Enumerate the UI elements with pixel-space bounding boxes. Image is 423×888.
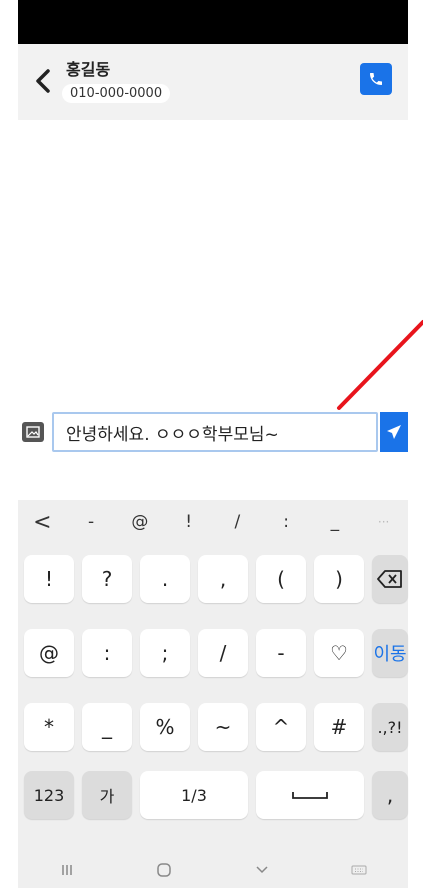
key[interactable]: . — [140, 555, 190, 603]
call-button[interactable] — [360, 63, 392, 95]
system-navigation-bar — [18, 852, 408, 888]
keyboard: < - @ ! / : _ ··· ! ? . , ( ) @ : ; / - … — [18, 500, 408, 888]
contact-phone-number: 010-000-0000 — [62, 84, 171, 103]
phone-icon — [370, 73, 382, 85]
key[interactable]: / — [198, 629, 248, 677]
numbers-key[interactable]: 123 — [24, 771, 74, 819]
backspace-key[interactable] — [372, 555, 408, 603]
key[interactable]: ) — [314, 555, 364, 603]
symbol-key[interactable]: / — [213, 512, 262, 532]
backspace-icon — [377, 570, 402, 588]
chevron-down-icon — [256, 866, 268, 874]
symbol-key[interactable]: _ — [311, 512, 360, 532]
key[interactable]: ? — [82, 555, 132, 603]
key[interactable]: * — [24, 703, 74, 751]
message-composer — [18, 410, 408, 454]
contact-name: 홍길동 — [66, 60, 111, 79]
chevron-left-icon — [36, 69, 50, 93]
key[interactable]: @ — [24, 629, 74, 677]
comma-key[interactable]: , — [372, 771, 408, 819]
home-icon — [157, 863, 171, 877]
symbol-key-back[interactable]: < — [18, 510, 67, 535]
status-bar — [18, 0, 408, 44]
keyboard-switch-button[interactable] — [311, 865, 409, 875]
symbol-key[interactable]: @ — [116, 512, 165, 532]
space-bar-icon — [292, 792, 328, 799]
attach-image-button[interactable] — [22, 422, 44, 442]
key[interactable]: , — [198, 555, 248, 603]
recent-apps-button[interactable] — [18, 863, 116, 877]
symbol-key[interactable]: - — [67, 512, 116, 532]
key[interactable]: # — [314, 703, 364, 751]
keyboard-icon — [351, 865, 367, 875]
key[interactable]: ^ — [256, 703, 306, 751]
symbol-suggestion-row: < - @ ! / : _ ··· — [18, 500, 408, 544]
hide-keyboard-button[interactable] — [213, 865, 311, 875]
symbol-key[interactable]: ! — [164, 512, 213, 532]
symbol-key-more[interactable]: ··· — [359, 515, 408, 529]
key[interactable]: ; — [140, 629, 190, 677]
punctuation-key[interactable]: .,?! — [372, 703, 408, 751]
enter-key[interactable]: 이동 — [372, 629, 408, 677]
key[interactable]: % — [140, 703, 190, 751]
key[interactable]: : — [82, 629, 132, 677]
key[interactable]: ~ — [198, 703, 248, 751]
image-icon — [26, 426, 40, 438]
heart-key[interactable]: ♡ — [314, 629, 364, 677]
korean-mode-key[interactable]: 가 — [82, 771, 132, 819]
chat-header: 홍길동 010-000-0000 — [18, 44, 408, 120]
recent-apps-icon — [62, 865, 72, 875]
back-button[interactable] — [28, 64, 58, 98]
key[interactable]: ( — [256, 555, 306, 603]
symbol-key[interactable]: : — [262, 512, 311, 532]
send-button[interactable] — [380, 412, 408, 452]
symbol-page-key[interactable]: 1/3 — [140, 771, 248, 819]
message-input[interactable] — [52, 412, 378, 452]
key[interactable]: ! — [24, 555, 74, 603]
key[interactable]: _ — [82, 703, 132, 751]
home-button[interactable] — [116, 862, 214, 878]
key[interactable]: - — [256, 629, 306, 677]
space-key[interactable] — [256, 771, 364, 819]
send-icon — [387, 425, 401, 439]
